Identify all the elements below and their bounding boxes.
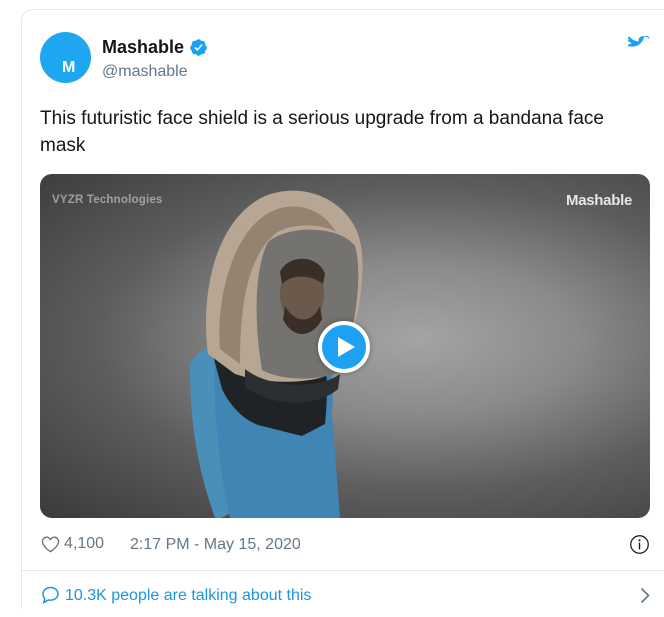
speech-bubble-icon [42,586,59,605]
avatar-logo: M [62,59,75,76]
video-watermark-brand: Mashable [566,192,632,209]
author-name-row[interactable]: Mashable [102,37,208,58]
like-count: 4,100 [64,535,105,552]
talking-count: 10.3K people are talking about this [65,587,312,604]
tweet-card: M Mashable @mashable This futuristic fac… [21,9,664,609]
heart-icon [41,536,60,553]
video-watermark-source: VYZR Technologies [52,194,163,206]
play-button[interactable] [318,321,370,373]
avatar[interactable]: M [40,32,91,83]
tweet-header: M Mashable @mashable [40,32,650,86]
conversation-link[interactable]: 10.3K people are talking about this [40,584,650,608]
video-player[interactable]: VYZR Technologies Mashable [40,174,650,518]
info-icon[interactable] [629,534,650,555]
author-handle[interactable]: @mashable [102,63,188,81]
twitter-bird-icon[interactable] [628,36,650,54]
tweet-text: This futuristic face shield is a serious… [40,108,604,156]
tweet-timestamp[interactable]: 2:17 PM - May 15, 2020 [130,536,301,554]
tweet-meta: 4,100 2:17 PM - May 15, 2020 [40,534,650,558]
chevron-right-icon [640,587,650,604]
verified-badge-icon [190,39,207,56]
author-name[interactable]: Mashable [102,37,184,58]
like-button[interactable]: 4,100 [40,534,104,554]
play-icon [338,337,355,357]
divider [22,570,664,571]
